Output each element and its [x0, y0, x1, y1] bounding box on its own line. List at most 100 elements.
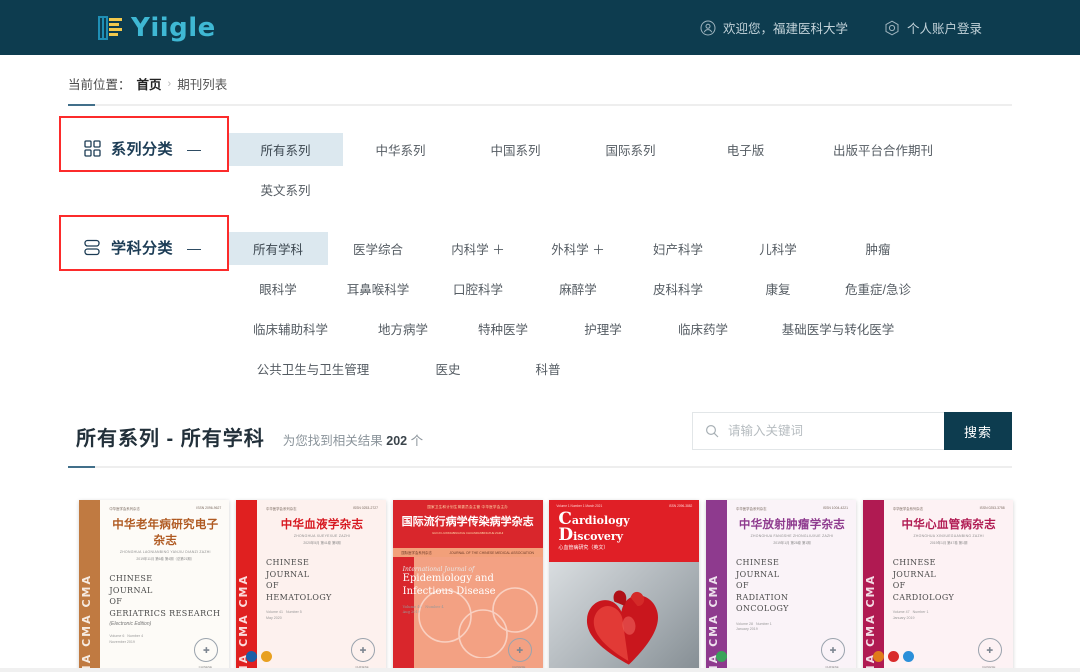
cover-cn-title: 国际流行病学传染病学杂志 — [401, 515, 534, 528]
journal-cover-cardiology-discovery[interactable]: Volume 1 Number 1 March 2021 ISSN 2096-3… — [549, 500, 700, 672]
header-actions: 欢迎您，福建医科大学 个人账户登录 — [700, 18, 982, 37]
cover-en-title: CHINESE JOURNAL OF CARDIOLOGY — [892, 558, 955, 602]
cover-banner-text: 国家卫生和计划生育委员会主管 中华医学会主办 — [427, 505, 509, 509]
cover-issue: 2019年11月 第6卷 第4期（总第21期） — [136, 557, 195, 561]
cover-title-sub: iscovery — [573, 530, 624, 544]
result-count-prefix: 为您找到相关结果 — [282, 434, 383, 448]
yiigle-logo-icon — [96, 13, 124, 43]
subject-chip-pharmacy[interactable]: 临床药学 — [653, 312, 753, 345]
cover-cn-sub: GUOJI LIUXINGBINGXUE CHUANRANBINGXUE ZAZ… — [432, 531, 504, 535]
cover-issn: ISSN 1004-4221 — [822, 506, 849, 510]
grid-dots-icon — [84, 140, 101, 157]
award-dot — [261, 651, 272, 662]
cover-en-sub: (Electronic Edition) — [109, 621, 152, 628]
series-collapse-toggle[interactable]: — — [187, 142, 201, 156]
journal-cell: CMA CMA CMA 中华医学会系列杂志 ISSN 0253-3758 中华心… — [859, 500, 1016, 672]
subject-chip-general[interactable]: 医学综合 — [328, 232, 428, 265]
subject-chip-publich[interactable]: 公共卫生与卫生管理 — [228, 352, 398, 385]
subject-chip-derm[interactable]: 皮科科学 — [628, 272, 728, 305]
breadcrumb-home-link[interactable]: 首页 — [137, 74, 162, 93]
personal-account-login[interactable]: 个人账户登录 — [884, 18, 982, 37]
user-circle-icon — [700, 20, 716, 36]
cover-cn-title: 中华放射肿瘤学杂志 — [738, 517, 846, 531]
cover-volume: Volume 28 Number 1 January 2019 — [736, 621, 772, 632]
subject-chip-rehab[interactable]: 康复 — [728, 272, 828, 305]
cover-top-left: 中华医学会系列杂志 — [266, 507, 297, 511]
series-chip-all[interactable]: 所有系列 — [228, 133, 343, 166]
series-chip-platform[interactable]: 出版平台合作期刊 — [803, 133, 963, 166]
subject-chip-surgery[interactable]: 外科学 ＋ — [528, 232, 628, 265]
journal-cover-radiation-oncology[interactable]: CMA CMA CMA 中华医学会系列杂志 ISSN 1004-4221 中华放… — [706, 500, 857, 672]
subject-chip-history[interactable]: 医史 — [398, 352, 498, 385]
journal-cover-hematology[interactable]: CMA CMA CMA 中华医学会系列杂志 ISSN 0253-2727 中华血… — [236, 500, 386, 672]
cover-volume: Volume 47 Number 1 January 2019 — [892, 610, 929, 620]
subject-chip-critical[interactable]: 危重症/急诊 — [828, 272, 928, 305]
series-filter-section: 系列分类 — 所有系列 中华系列 中国系列 国际系列 电子版 出版平台合作期刊 … — [59, 116, 1012, 213]
cover-spine: CMA CMA CMA — [706, 500, 728, 672]
cma-emblem-icon: ✚ — [351, 638, 375, 662]
subject-chip-popsci[interactable]: 科普 — [498, 352, 598, 385]
cover-issn: ISSN 0253-3758 — [979, 506, 1005, 510]
login-text: 个人账户登录 — [906, 22, 982, 36]
page-bottom-rule — [0, 668, 1080, 672]
welcome-user[interactable]: 欢迎您，福建医科大学 — [700, 18, 848, 37]
cover-heart-image — [549, 562, 700, 672]
cover-title-main: ardiology — [571, 514, 630, 527]
journal-cell: 国家卫生和计划生育委员会主管 中华医学会主办 国际流行病学传染病学杂志 GUOJ… — [389, 500, 546, 672]
subject-chip-anesth[interactable]: 麻醉学 — [528, 272, 628, 305]
subject-chip-ophthal[interactable]: 眼科学 — [228, 272, 328, 305]
cover-award-dots — [246, 651, 272, 662]
cover-issn: ISSN 2096-3882 — [668, 504, 693, 508]
cover-pinyin: ZHONGHUA XUEYEXUE ZAZHI — [293, 534, 351, 538]
cover-award-dots — [872, 651, 914, 662]
site-logo[interactable]: Yiigle — [96, 13, 216, 43]
series-chip-zhonghua[interactable]: 中华系列 — [343, 133, 458, 166]
cover-pinyin: ZHONGHUA XINXUEGUANBING ZAZHI — [913, 534, 984, 538]
cover-en-title: CHINESE JOURNAL OF HEMATOLOGY — [266, 558, 332, 602]
series-chip-guoji[interactable]: 国际系列 — [573, 133, 688, 166]
subject-chip-ent[interactable]: 耳鼻喉科学 — [328, 272, 428, 305]
series-category-title: 系列分类 — [111, 141, 174, 158]
results-divider — [68, 466, 1012, 468]
journal-cover-geriatrics[interactable]: CMA CMA CMA 中华医学会系列杂志 ISSN 2096-9627 中华老… — [79, 500, 230, 672]
journal-cell: Volume 1 Number 1 March 2021 ISSN 2096-3… — [546, 500, 703, 672]
subject-chip-internal[interactable]: 内科学 ＋ — [428, 232, 528, 265]
subject-chip-auxiliary[interactable]: 临床辅助科学 — [228, 312, 353, 345]
series-category-header[interactable]: 系列分类 — — [59, 116, 229, 172]
cover-issue: 2019年1月 第28卷 第1期 — [773, 541, 811, 545]
subject-chip-pediatrics[interactable]: 儿科学 — [728, 232, 828, 265]
subject-collapse-toggle[interactable]: — — [187, 241, 201, 255]
journal-cover-cardiology[interactable]: CMA CMA CMA 中华医学会系列杂志 ISSN 0253-3758 中华心… — [862, 500, 1013, 672]
subject-chip-list: 所有学科 医学综合 内科学 ＋ 外科学 ＋ 妇产科学 儿科学 肿瘤 眼科学 耳鼻… — [228, 224, 1012, 392]
breadcrumb-current: 期刊列表 — [177, 78, 228, 92]
subject-chip-basic[interactable]: 基础医学与转化医学 — [753, 312, 923, 345]
series-chip-zhongguo[interactable]: 中国系列 — [458, 133, 573, 166]
subject-category-header[interactable]: 学科分类 — — [59, 215, 229, 271]
subject-chip-all[interactable]: 所有学科 — [228, 232, 328, 265]
cover-top-left: 中华医学会系列杂志 — [736, 507, 767, 511]
cover-pinyin: ZHONGHUA FANGSHE ZHONGLIUXUE ZAZHI — [750, 534, 834, 538]
result-count-number: 202 — [386, 434, 408, 448]
cma-emblem-icon: ✚ — [821, 638, 846, 662]
search-field[interactable] — [692, 412, 944, 450]
series-chip-dianzi[interactable]: 电子版 — [688, 133, 803, 166]
subject-chip-special[interactable]: 特种医学 — [453, 312, 553, 345]
cover-issue: 2019年1月 第47卷 第1期 — [930, 541, 968, 545]
journal-cell: CMA CMA CMA 中华医学会系列杂志 ISSN 1004-4221 中华放… — [703, 500, 860, 672]
search-input[interactable] — [728, 424, 932, 438]
journal-cover-epidemiology[interactable]: 国家卫生和计划生育委员会主管 中华医学会主办 国际流行病学传染病学杂志 GUOJ… — [392, 500, 543, 672]
cover-en-title: Cardiology Discovery — [549, 508, 699, 546]
subject-chip-nursing[interactable]: 护理学 — [553, 312, 653, 345]
subject-chip-oncology[interactable]: 肿瘤 — [828, 232, 928, 265]
subject-category-title: 学科分类 — [111, 240, 174, 257]
series-chip-list: 所有系列 中华系列 中国系列 国际系列 电子版 出版平台合作期刊 英文系列 — [228, 125, 1012, 213]
layers-list-icon — [84, 239, 101, 256]
cover-drop-d: D — [558, 525, 574, 546]
subject-chip-endemic[interactable]: 地方病学 — [353, 312, 453, 345]
breadcrumb: 当前位置： 首页 › 期刊列表 — [68, 74, 1080, 93]
cover-en-title: CHINESE JOURNAL OF RADIATION ONCOLOGY — [736, 558, 789, 614]
series-chip-english[interactable]: 英文系列 — [228, 173, 343, 206]
search-button[interactable]: 搜索 — [944, 412, 1012, 450]
subject-chip-obgyn[interactable]: 妇产科学 — [628, 232, 728, 265]
subject-chip-dental[interactable]: 口腔科学 — [428, 272, 528, 305]
